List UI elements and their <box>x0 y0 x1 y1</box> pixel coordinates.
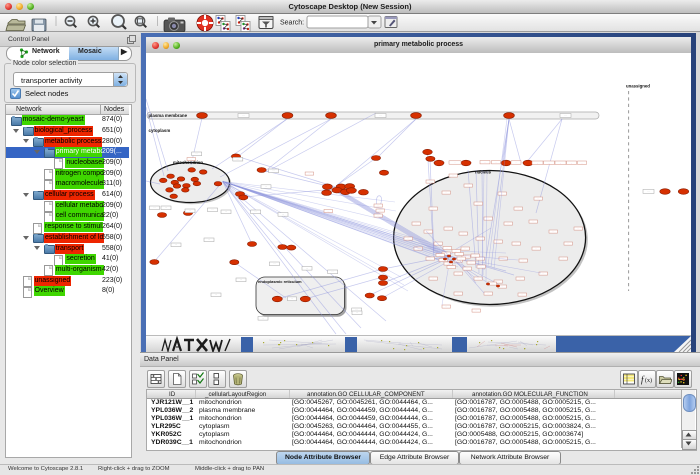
svg-text:···: ··· <box>254 211 257 214</box>
svg-text:··: ·· <box>497 282 499 284</box>
svg-text:··: ·· <box>377 206 379 208</box>
svg-text:··: ·· <box>379 211 381 213</box>
svg-text:···: ··· <box>265 185 268 188</box>
svg-text:···: ··· <box>189 210 192 213</box>
svg-text:··: ·· <box>470 263 472 265</box>
svg-text:··: ·· <box>327 211 329 213</box>
svg-text:···: ··· <box>564 115 567 118</box>
svg-text:··: ·· <box>377 216 379 218</box>
svg-text:···: ··· <box>165 207 168 210</box>
svg-text:···: ··· <box>195 153 198 156</box>
svg-text:··: ·· <box>458 254 460 256</box>
svg-text:··: ·· <box>491 284 493 286</box>
svg-text:··: ·· <box>445 307 447 309</box>
svg-text:··: ·· <box>552 232 554 234</box>
svg-text:···: ··· <box>356 312 359 315</box>
svg-text:···: ··· <box>282 213 285 216</box>
svg-text:···: ··· <box>262 317 265 320</box>
svg-text:···: ··· <box>240 279 243 282</box>
svg-text:··: ·· <box>407 239 409 241</box>
svg-text:··: ·· <box>190 159 192 161</box>
svg-text:···: ··· <box>208 239 211 242</box>
svg-text:··: ·· <box>567 244 569 246</box>
svg-text:··: ·· <box>457 274 459 276</box>
svg-text:··: ·· <box>501 287 503 289</box>
svg-text:··: ·· <box>480 267 482 269</box>
svg-text:··: ·· <box>447 229 449 231</box>
svg-text:···: ··· <box>379 115 382 118</box>
svg-text:··: ·· <box>462 234 464 236</box>
svg-text:···: ··· <box>242 115 245 118</box>
svg-text:··: ·· <box>417 249 419 251</box>
svg-text:··: ·· <box>521 295 523 297</box>
svg-text:···: ··· <box>272 170 275 173</box>
svg-text:··: ·· <box>457 261 459 263</box>
svg-text:··: ·· <box>460 259 462 261</box>
svg-text:··: ·· <box>562 259 564 261</box>
svg-text:···: ··· <box>331 271 334 274</box>
svg-text:endoplasmic reticulum: endoplasmic reticulum <box>258 279 302 284</box>
svg-text:···: ··· <box>175 244 178 247</box>
svg-text:··: ·· <box>479 239 481 241</box>
svg-text:··: ·· <box>429 259 431 261</box>
svg-text:··: ·· <box>507 224 509 226</box>
svg-text:··: ·· <box>432 209 434 211</box>
svg-text:···: ··· <box>273 263 276 266</box>
svg-text:··: ·· <box>522 261 524 263</box>
svg-text:··: ·· <box>479 259 481 261</box>
svg-text:··: ·· <box>442 260 444 262</box>
svg-text:··: ·· <box>535 249 537 251</box>
svg-text:··: ·· <box>577 229 579 231</box>
svg-text:··: ·· <box>432 279 434 281</box>
svg-text:···: ··· <box>211 209 214 212</box>
svg-text:···: ··· <box>306 267 309 270</box>
svg-text:··: ·· <box>532 222 534 224</box>
svg-text:··: ·· <box>475 311 477 313</box>
svg-text:Search:: Search: <box>280 20 304 27</box>
svg-text:nucleus: nucleus <box>475 170 491 175</box>
svg-text:··: ·· <box>487 219 489 221</box>
svg-text:···: ··· <box>291 298 294 301</box>
svg-text:···: ··· <box>153 207 156 210</box>
svg-text:··: ·· <box>467 186 469 188</box>
svg-text:··: ·· <box>477 279 479 281</box>
svg-text:··: ·· <box>517 209 519 211</box>
svg-text:··: ·· <box>477 204 479 206</box>
svg-text:··: ·· <box>542 274 544 276</box>
svg-text:··: ·· <box>487 294 489 296</box>
svg-text:···: ··· <box>237 158 240 161</box>
svg-text:···: ··· <box>225 211 228 214</box>
svg-text:unassigned: unassigned <box>626 84 650 89</box>
svg-text:··: ·· <box>450 267 452 269</box>
svg-text:··: ·· <box>515 244 517 246</box>
svg-text:··: ·· <box>309 174 311 176</box>
svg-text:··: ·· <box>452 176 454 178</box>
svg-text:··: ·· <box>464 249 466 251</box>
svg-text:··: ·· <box>446 248 448 250</box>
svg-text:···: ··· <box>647 190 650 193</box>
svg-text:··: ·· <box>519 279 521 281</box>
svg-text:··: ·· <box>439 255 441 257</box>
svg-text:(x): (x) <box>645 377 652 384</box>
svg-text:··: ·· <box>429 182 431 184</box>
svg-text:··: ·· <box>474 256 476 258</box>
svg-text:··: ·· <box>457 294 459 296</box>
svg-text:··: ·· <box>415 224 417 226</box>
svg-text:cytoplasm: cytoplasm <box>149 128 171 133</box>
svg-text:··: ·· <box>497 242 499 244</box>
svg-text:plasma membrane: plasma membrane <box>149 113 188 118</box>
svg-text:···: ··· <box>215 294 218 297</box>
svg-text:··: ·· <box>537 199 539 201</box>
svg-text:··: ·· <box>466 269 468 271</box>
svg-text:··: ·· <box>445 193 447 195</box>
